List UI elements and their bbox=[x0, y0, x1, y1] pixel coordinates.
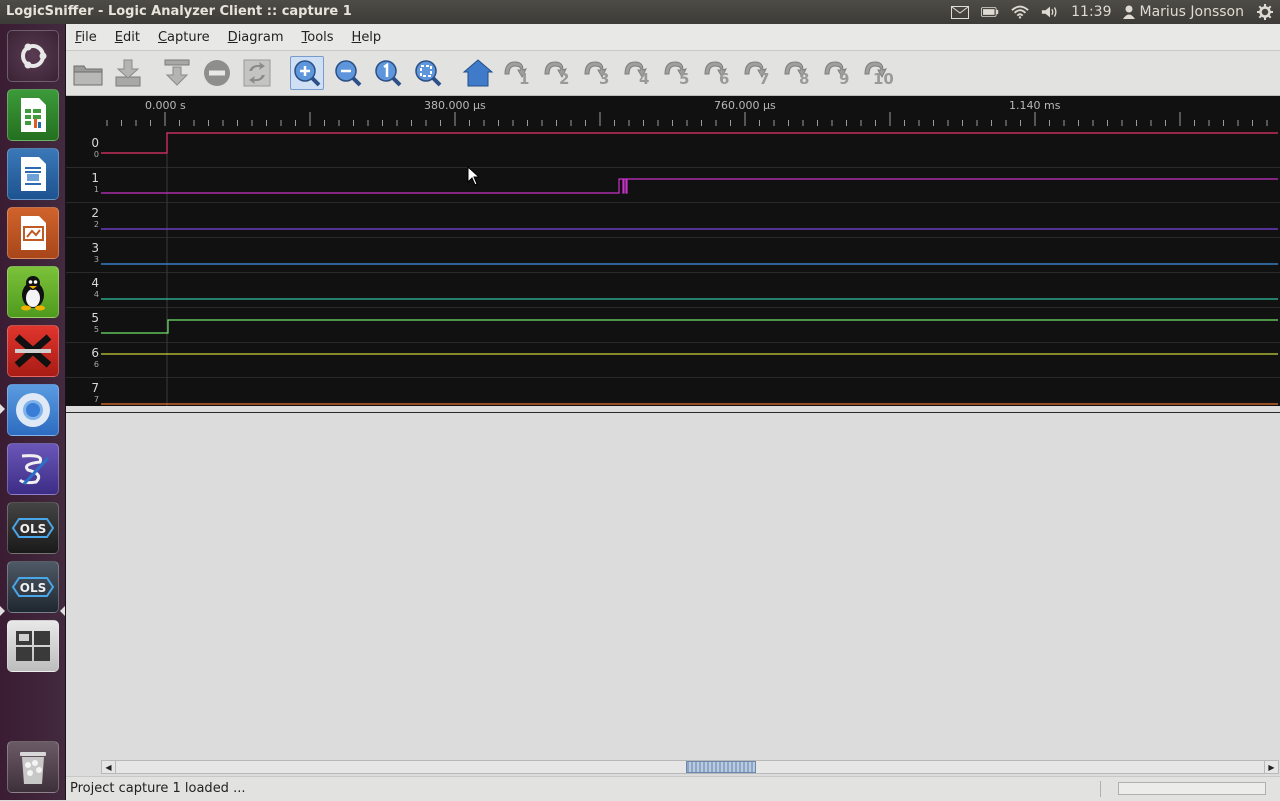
signal-traces bbox=[101, 132, 1278, 406]
menu-help[interactable]: Help bbox=[343, 30, 391, 45]
libreoffice-writer-icon[interactable] bbox=[7, 148, 59, 200]
zoom-fit-icon[interactable] bbox=[411, 56, 445, 90]
system-tray: 11:39 Marius Jonsson bbox=[951, 0, 1280, 24]
running-indicator-ols bbox=[0, 606, 5, 616]
cursor-number-label: 9 bbox=[839, 70, 850, 88]
window-title: LogicSniffer - Logic Analyzer Client :: … bbox=[6, 4, 352, 19]
cursor-number-label: 10 bbox=[873, 70, 894, 88]
ols-app-icon-1[interactable]: OLS bbox=[7, 502, 59, 554]
trash-icon[interactable] bbox=[7, 741, 59, 793]
cursor-number-label: 7 bbox=[759, 70, 770, 88]
dash-home-icon[interactable] bbox=[7, 30, 59, 82]
emacs-icon[interactable] bbox=[7, 443, 59, 495]
scroll-right-icon[interactable]: ▶ bbox=[1264, 761, 1278, 773]
mouse-cursor-icon bbox=[467, 166, 479, 186]
user-menu[interactable]: Marius Jonsson bbox=[1123, 4, 1244, 20]
open-folder-icon[interactable] bbox=[71, 56, 105, 90]
volume-icon[interactable] bbox=[1041, 5, 1059, 19]
zoom-in-icon[interactable] bbox=[290, 56, 324, 90]
scrollbar-thumb[interactable] bbox=[686, 761, 756, 773]
stop-icon[interactable] bbox=[200, 56, 234, 90]
capture-icon[interactable] bbox=[160, 56, 194, 90]
running-indicator bbox=[0, 404, 5, 414]
goto-cursor-10-button[interactable]: 10 bbox=[859, 56, 894, 90]
repeat-capture-icon[interactable] bbox=[240, 56, 274, 90]
menu-file[interactable]: File bbox=[66, 30, 106, 45]
launcher: OLS OLS bbox=[0, 24, 66, 800]
zoom-original-icon[interactable] bbox=[371, 56, 405, 90]
signal-diagram[interactable]: 0.000 s 380.000 µs 760.000 µs 1.140 ms 0… bbox=[66, 96, 1280, 413]
cursor-number-label: 8 bbox=[799, 70, 810, 88]
menu-edit[interactable]: Edit bbox=[106, 30, 149, 45]
goto-cursor-3-button[interactable]: 3 bbox=[579, 56, 613, 90]
time-label-2: 760.000 µs bbox=[714, 99, 776, 112]
time-label-0: 0.000 s bbox=[145, 99, 186, 112]
x-app-icon[interactable] bbox=[7, 325, 59, 377]
goto-cursor-1-button[interactable]: 1 bbox=[499, 56, 533, 90]
cursor-number-label: 4 bbox=[639, 70, 650, 88]
cursor-number-label: 5 bbox=[679, 70, 690, 88]
scroll-left-icon[interactable]: ◀ bbox=[102, 761, 116, 773]
channel-1-trace bbox=[101, 178, 1278, 194]
horizontal-scrollbar[interactable]: ◀ ▶ bbox=[101, 760, 1279, 774]
focused-indicator-ols bbox=[60, 606, 65, 616]
wifi-icon[interactable] bbox=[1011, 5, 1029, 19]
mail-icon[interactable] bbox=[951, 5, 970, 19]
toolbar: 1 2 3 4 5 6 7 8 9 10 bbox=[66, 51, 1280, 96]
status-separator bbox=[1100, 781, 1101, 797]
session-gear-icon[interactable] bbox=[1256, 4, 1274, 20]
time-label-1: 380.000 µs bbox=[424, 99, 486, 112]
tux-app-icon[interactable] bbox=[7, 266, 59, 318]
status-progress-bar bbox=[1118, 782, 1266, 795]
clock[interactable]: 11:39 bbox=[1071, 4, 1111, 20]
libreoffice-calc-icon[interactable] bbox=[7, 89, 59, 141]
ols-app-icon-2[interactable]: OLS bbox=[7, 561, 59, 613]
cursor-number-label: 1 bbox=[519, 70, 530, 88]
user-icon bbox=[1123, 5, 1136, 19]
goto-cursor-7-button[interactable]: 7 bbox=[739, 56, 773, 90]
save-download-icon[interactable] bbox=[111, 56, 145, 90]
app-window: File Edit Capture Diagram Tools Help 1 2… bbox=[66, 24, 1280, 801]
menu-capture[interactable]: Capture bbox=[149, 30, 219, 45]
home-icon[interactable] bbox=[461, 56, 495, 90]
cursor-number-label: 2 bbox=[559, 70, 570, 88]
menu-tools[interactable]: Tools bbox=[293, 30, 343, 45]
goto-cursor-9-button[interactable]: 9 bbox=[819, 56, 853, 90]
svg-text:OLS: OLS bbox=[20, 522, 47, 536]
channel-5-trace bbox=[101, 319, 1278, 334]
timeline-ruler[interactable]: 0.000 s 380.000 µs 760.000 µs 1.140 ms bbox=[66, 96, 1280, 132]
status-text: Project capture 1 loaded ... bbox=[70, 781, 246, 796]
channel-0-trace bbox=[101, 132, 1278, 154]
user-name: Marius Jonsson bbox=[1139, 4, 1244, 20]
battery-icon[interactable] bbox=[981, 5, 999, 19]
libreoffice-impress-icon[interactable] bbox=[7, 207, 59, 259]
goto-cursor-5-button[interactable]: 5 bbox=[659, 56, 693, 90]
zoom-out-icon[interactable] bbox=[331, 56, 365, 90]
menu-diagram[interactable]: Diagram bbox=[219, 30, 293, 45]
goto-cursor-2-button[interactable]: 2 bbox=[539, 56, 573, 90]
timeline-ticks bbox=[106, 112, 1268, 126]
workspace-switcher-icon[interactable] bbox=[7, 620, 59, 672]
chromium-icon[interactable] bbox=[7, 384, 59, 436]
svg-text:OLS: OLS bbox=[20, 581, 47, 595]
statusbar: Project capture 1 loaded ... bbox=[66, 776, 1280, 801]
menubar: File Edit Capture Diagram Tools Help bbox=[66, 24, 1280, 51]
channel-area[interactable]: 0011223344556677 bbox=[66, 132, 1280, 413]
goto-cursor-4-button[interactable]: 4 bbox=[619, 56, 653, 90]
top-panel: LogicSniffer - Logic Analyzer Client :: … bbox=[0, 0, 1280, 24]
goto-cursor-8-button[interactable]: 8 bbox=[779, 56, 813, 90]
time-label-3: 1.140 ms bbox=[1009, 99, 1061, 112]
goto-cursor-6-button[interactable]: 6 bbox=[699, 56, 733, 90]
cursor-number-label: 3 bbox=[599, 70, 610, 88]
cursor-number-label: 6 bbox=[719, 70, 730, 88]
